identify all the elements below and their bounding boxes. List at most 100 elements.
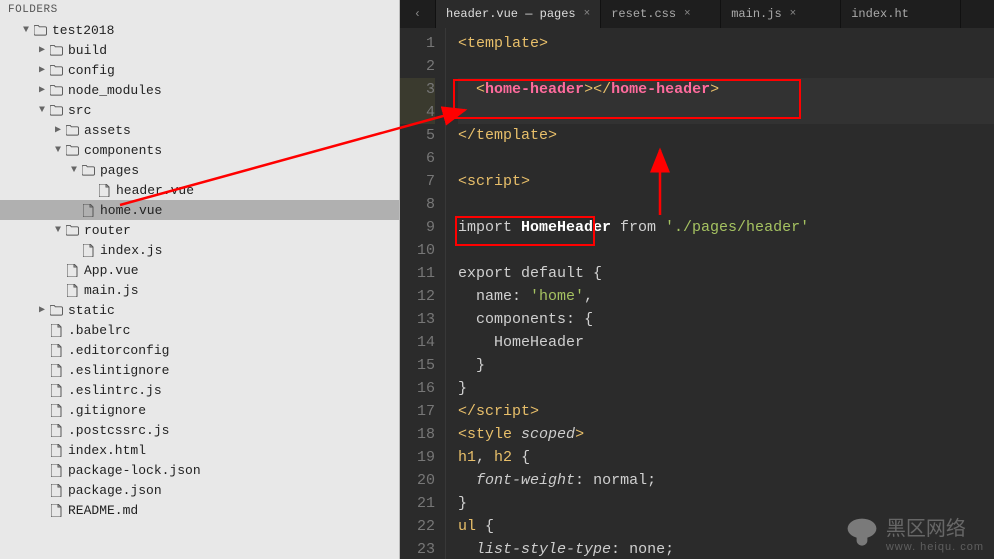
code-line: </script> (458, 400, 994, 423)
tree-folder[interactable]: ▶config (0, 60, 399, 80)
code-line: font-weight: normal; (458, 469, 994, 492)
tree-folder[interactable]: ▼test2018 (0, 20, 399, 40)
tree-label: static (68, 303, 115, 318)
chevron-left-icon: ‹ (414, 7, 421, 21)
editor-tab[interactable]: main.js× (721, 0, 841, 28)
tree-folder[interactable]: ▼ components (0, 140, 399, 160)
tree-label: App.vue (84, 263, 139, 278)
tree-arrow-icon: ▶ (36, 304, 48, 316)
line-number: 11 (400, 262, 435, 285)
tree-file[interactable]: .babelrc (0, 320, 399, 340)
tree-file[interactable]: .gitignore (0, 400, 399, 420)
folder-icon (48, 45, 64, 56)
tree-arrow-icon: ▶ (52, 124, 64, 136)
line-number: 17 (400, 400, 435, 423)
app-root: FOLDERS ▼test2018 ▶ build ▶config▶node_modu… (0, 0, 994, 559)
tree-file[interactable]: package.json (0, 480, 399, 500)
file-icon (64, 264, 80, 277)
tree-file[interactable]: .eslintignore (0, 360, 399, 380)
tab-bar: ‹ header.vue — pages×reset.css×main.js× i… (400, 0, 994, 28)
code-line: <script> (458, 170, 994, 193)
tree-label: package-lock.json (68, 463, 201, 478)
tree-folder[interactable]: ▶ build (0, 40, 399, 60)
tree-file[interactable]: .editorconfig (0, 340, 399, 360)
editor-tab[interactable]: reset.css× (601, 0, 721, 28)
tree-label: pages (100, 163, 139, 178)
file-icon (48, 464, 64, 477)
folder-icon (80, 165, 96, 176)
code-line: list-style-type: none; (458, 538, 994, 559)
file-icon (48, 384, 64, 397)
tree-file[interactable]: package-lock.json (0, 460, 399, 480)
tree-arrow-icon: ▼ (20, 25, 32, 36)
editor-tab[interactable]: header.vue — pages× (436, 0, 601, 28)
line-number: 23 (400, 538, 435, 559)
code-line: import HomeHeader from './pages/header' (458, 216, 994, 239)
tree-arrow-icon: ▼ (36, 105, 48, 116)
tree-folder[interactable]: ▶ assets (0, 120, 399, 140)
tree-folder[interactable]: ▼ src (0, 100, 399, 120)
code-line (458, 55, 994, 78)
line-number-gutter: 1234567891011121314151617181920212223 (400, 28, 446, 559)
line-number: 13 (400, 308, 435, 331)
tree-label: src (68, 103, 91, 118)
tree-file[interactable]: App.vue (0, 260, 399, 280)
tree-label: .editorconfig (68, 343, 169, 358)
line-number: 22 (400, 515, 435, 538)
tree-label: assets (84, 123, 131, 138)
tree-folder[interactable]: ▶node_modules (0, 80, 399, 100)
editor-tab[interactable]: index.ht (841, 0, 961, 28)
tree-label: .eslintrc.js (68, 383, 162, 398)
tree-file[interactable]: main.js (0, 280, 399, 300)
line-number: 5 (400, 124, 435, 147)
sidebar-header: FOLDERS (0, 0, 399, 20)
code-line: components: { (458, 308, 994, 331)
tree-file[interactable]: README.md (0, 500, 399, 520)
tree-label: build (68, 43, 107, 58)
tree-label: main.js (84, 283, 139, 298)
close-icon[interactable]: × (790, 8, 797, 20)
tree-arrow-icon: ▶ (36, 44, 48, 56)
tree-folder[interactable]: ▼router (0, 220, 399, 240)
code-line: } (458, 354, 994, 377)
code-lines[interactable]: <template> <home-header></home-header></… (446, 28, 994, 559)
line-number: 16 (400, 377, 435, 400)
code-line: HomeHeader (458, 331, 994, 354)
folder-tree[interactable]: ▼test2018 ▶ build ▶config▶node_modules ▼ src ▶… (0, 20, 399, 559)
tree-file[interactable]: index.js (0, 240, 399, 260)
line-number: 9 (400, 216, 435, 239)
tree-label: components (84, 143, 162, 158)
code-line: } (458, 492, 994, 515)
line-number: 7 (400, 170, 435, 193)
tab-label: index.ht (851, 7, 909, 21)
file-icon (80, 244, 96, 257)
tree-arrow-icon: ▼ (52, 145, 64, 156)
file-icon (48, 504, 64, 517)
code-line: </template> (458, 124, 994, 147)
tree-file[interactable]: .eslintrc.js (0, 380, 399, 400)
line-number: 10 (400, 239, 435, 262)
line-number: 18 (400, 423, 435, 446)
file-icon (48, 424, 64, 437)
tab-scroll-left-icon[interactable]: ‹ (400, 0, 436, 28)
tree-label: header.vue (116, 183, 194, 198)
line-number: 20 (400, 469, 435, 492)
tree-label: index.js (100, 243, 162, 258)
tree-label: index.html (68, 443, 146, 458)
tree-file[interactable]: header.vue (0, 180, 399, 200)
tree-label: .babelrc (68, 323, 130, 338)
tree-file[interactable]: .postcssrc.js (0, 420, 399, 440)
close-icon[interactable]: × (684, 8, 691, 20)
file-icon (48, 444, 64, 457)
close-icon[interactable]: × (584, 8, 591, 20)
tree-folder[interactable]: ▼pages (0, 160, 399, 180)
tree-file[interactable]: index.html (0, 440, 399, 460)
line-number: 14 (400, 331, 435, 354)
folder-icon (48, 85, 64, 96)
tree-folder[interactable]: ▶ static (0, 300, 399, 320)
tree-file[interactable]: home.vue (0, 200, 399, 220)
folder-icon (48, 105, 64, 116)
line-number: 6 (400, 147, 435, 170)
tree-label: router (84, 223, 131, 238)
folder-icon (64, 145, 80, 156)
